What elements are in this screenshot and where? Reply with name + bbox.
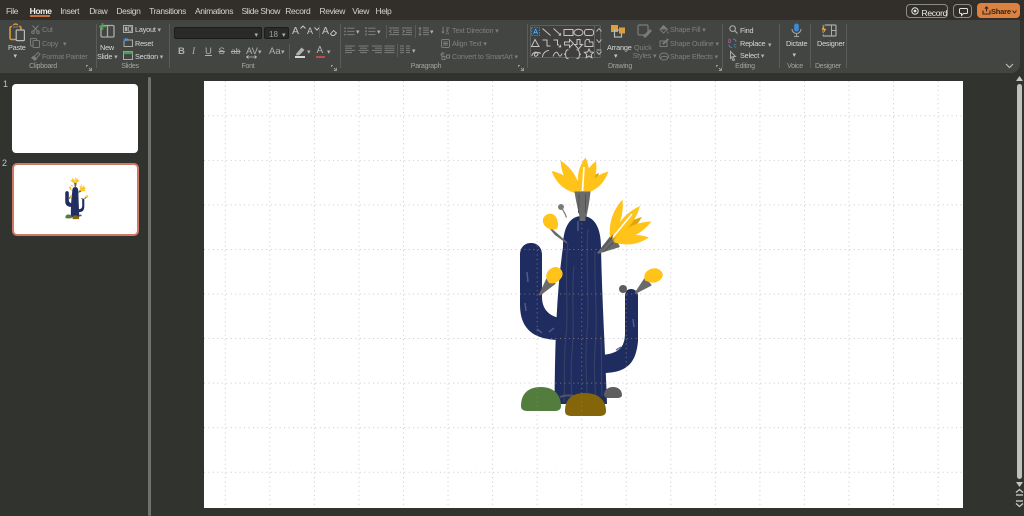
svg-text:c: c [734,44,737,50]
svg-text:b: b [728,39,732,45]
svg-text:A: A [446,30,450,36]
svg-text:A: A [533,29,538,36]
